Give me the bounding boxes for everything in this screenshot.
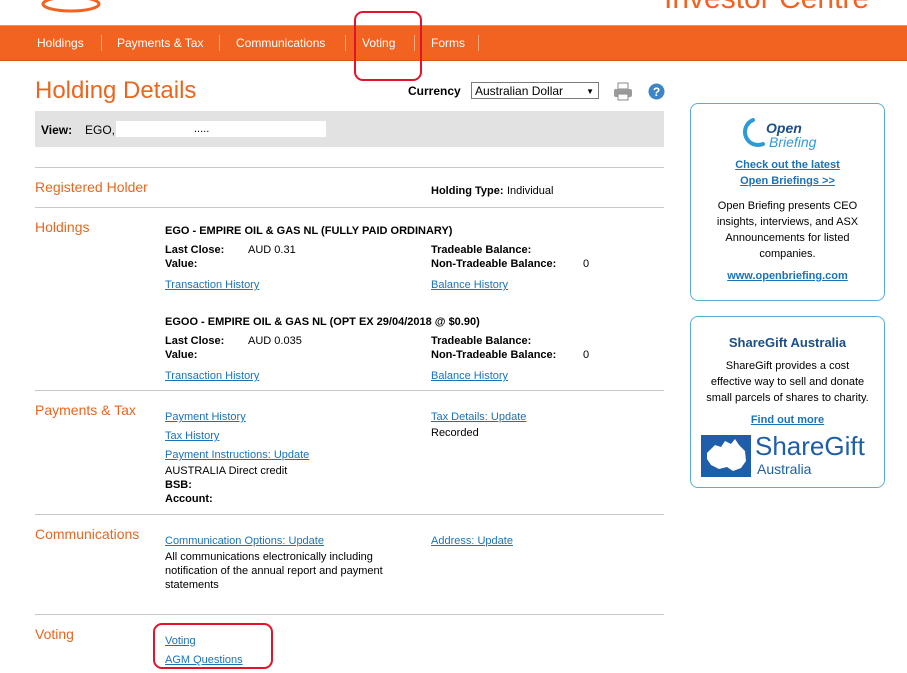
nav-communications[interactable]: Communications	[236, 26, 325, 60]
non-tradeable-balance-value: 0	[583, 349, 590, 361]
open-briefings-link-line1[interactable]: Check out the latest	[691, 159, 884, 171]
communications-description: All communications electronically includ…	[165, 551, 373, 563]
open-briefings-link-line2[interactable]: Open Briefings >>	[691, 175, 884, 187]
balance-history-link[interactable]: Balance History	[431, 370, 508, 382]
currency-select[interactable]: Australian Dollar ▼	[471, 82, 599, 99]
open-briefing-description: Open Briefing presents CEO	[717, 200, 858, 212]
holding-type-label: Holding Type:	[431, 185, 504, 197]
page-title: Holding Details	[35, 77, 197, 104]
nav-divider	[101, 35, 102, 51]
company-logo	[41, 0, 101, 13]
sharegift-description: small parcels of shares to charity.	[706, 392, 869, 404]
divider	[35, 207, 664, 208]
bsb-label: BSB:	[165, 479, 192, 491]
last-close-value: AUD 0.035	[248, 335, 302, 347]
nav-holdings[interactable]: Holdings	[37, 26, 84, 60]
divider	[35, 614, 664, 615]
voting-links-highlight	[153, 623, 273, 669]
non-tradeable-balance-label: Non-Tradeable Balance:	[431, 349, 557, 361]
tax-history-link[interactable]: Tax History	[165, 430, 219, 442]
divider	[35, 514, 664, 515]
open-briefing-logo: Open Briefing	[743, 118, 817, 150]
payment-instructions-update-link[interactable]: Payment Instructions: Update	[165, 449, 309, 461]
last-close-label: Last Close:	[165, 335, 225, 347]
open-briefing-panel: Open Briefing Check out the latest Open …	[690, 103, 885, 301]
investor-centre-title: Investor Centre	[664, 0, 869, 16]
nav-divider	[219, 35, 220, 51]
tradeable-balance-label: Tradeable Balance:	[431, 244, 532, 256]
section-registered-holder: Registered Holder	[35, 179, 148, 195]
help-icon[interactable]: ?	[648, 83, 665, 100]
transaction-history-link[interactable]: Transaction History	[165, 370, 259, 382]
non-tradeable-balance-value: 0	[583, 258, 590, 270]
open-briefing-logo-bottom: Briefing	[769, 134, 817, 150]
tradeable-balance-label: Tradeable Balance:	[431, 335, 532, 347]
find-out-more-link[interactable]: Find out more	[691, 414, 884, 426]
communications-description: notification of the annual report and pa…	[165, 565, 383, 577]
sharegift-title: ShareGift Australia	[728, 335, 847, 350]
sharegift-panel: ShareGift Australia ShareGift provides a…	[690, 316, 885, 488]
communication-options-update-link[interactable]: Communication Options: Update	[165, 535, 324, 547]
sharegift-description: effective way to sell and donate	[710, 376, 865, 388]
open-briefing-description: companies.	[759, 248, 816, 260]
tax-details-update-link[interactable]: Tax Details: Update	[431, 411, 526, 423]
dropdown-arrow-icon: ▼	[586, 87, 594, 96]
sharegift-australia-map-icon	[701, 435, 751, 477]
sharegift-logo-sub: Australia	[757, 461, 812, 477]
open-briefing-url-link[interactable]: www.openbriefing.com	[691, 270, 884, 282]
last-close-label: Last Close:	[165, 244, 225, 256]
print-icon[interactable]	[613, 82, 633, 101]
divider	[35, 390, 664, 391]
communications-description: statements	[165, 579, 219, 591]
view-label: View:	[41, 123, 73, 137]
tax-status: Recorded	[431, 427, 479, 439]
main-nav: Holdings Payments & Tax Communications V…	[0, 25, 907, 61]
holding-type-value: Individual	[507, 185, 554, 197]
nav-divider	[478, 35, 479, 51]
nav-forms[interactable]: Forms	[431, 26, 465, 60]
sharegift-logo-name: ShareGift	[755, 431, 865, 461]
section-communications: Communications	[35, 526, 140, 542]
holding-name: EGO - EMPIRE OIL & GAS NL (FULLY PAID OR…	[165, 225, 453, 237]
nav-payments-tax[interactable]: Payments & Tax	[117, 26, 203, 60]
holding-name: EGOO - EMPIRE OIL & GAS NL (OPT EX 29/04…	[165, 316, 480, 328]
divider	[35, 167, 664, 168]
account-label: Account:	[165, 493, 213, 505]
currency-select-value: Australian Dollar	[475, 84, 564, 98]
open-briefing-description: Announcements for listed	[725, 232, 850, 244]
non-tradeable-balance-label: Non-Tradeable Balance:	[431, 258, 557, 270]
value-label: Value:	[165, 258, 198, 270]
address-update-link[interactable]: Address: Update	[431, 535, 513, 547]
payment-method: AUSTRALIA Direct credit	[165, 465, 288, 477]
svg-text:?: ?	[653, 85, 660, 99]
section-payments-tax: Payments & Tax	[35, 402, 136, 418]
last-close-value: AUD 0.31	[248, 244, 296, 256]
transaction-history-link[interactable]: Transaction History	[165, 279, 259, 291]
redacted-area	[116, 121, 326, 137]
sharegift-description: ShareGift provides a cost	[725, 360, 850, 372]
view-dots: .....	[194, 123, 210, 135]
nav-divider	[345, 35, 346, 51]
section-voting: Voting	[35, 626, 74, 642]
currency-label: Currency	[408, 84, 461, 98]
value-label: Value:	[165, 349, 198, 361]
voting-nav-highlight	[354, 11, 422, 81]
section-holdings: Holdings	[35, 219, 90, 235]
payment-history-link[interactable]: Payment History	[165, 411, 246, 423]
open-briefing-description: insights, interviews, and ASX	[716, 216, 859, 228]
balance-history-link[interactable]: Balance History	[431, 279, 508, 291]
